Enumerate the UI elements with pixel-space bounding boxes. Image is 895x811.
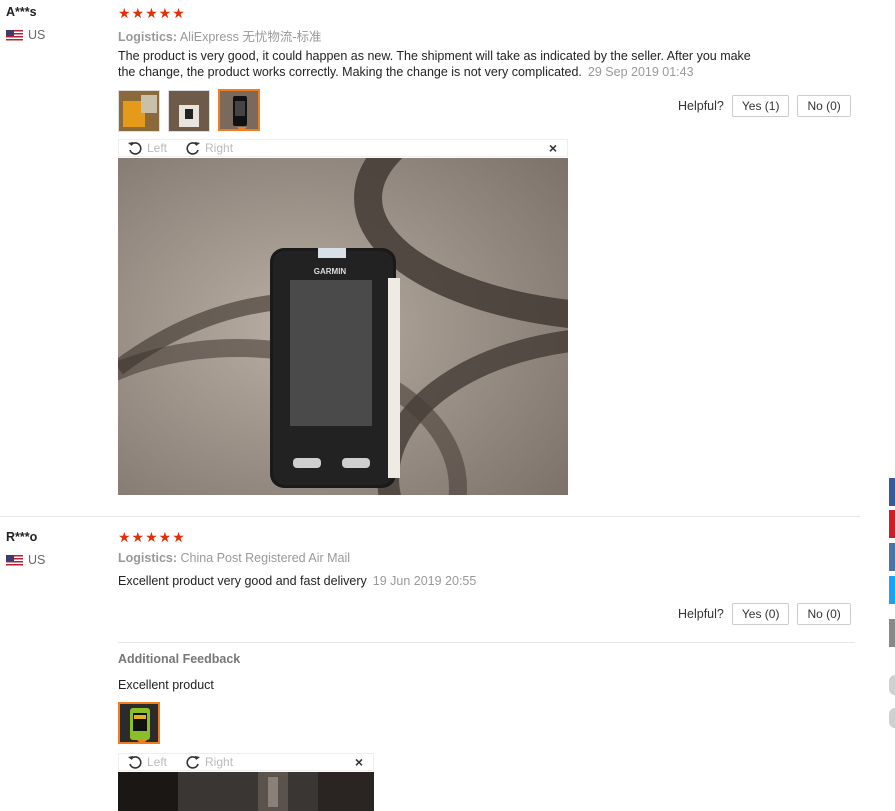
review-item: A***s US ★★★★★ Logistics: AliExpress 无忧物… [0,0,860,517]
rotate-left-icon [128,756,142,769]
country-code: US [28,28,46,42]
review-photo-large: GARMIN [118,158,568,495]
additional-feedback-text: Excellent product [118,678,214,692]
thumbnail-image [220,91,258,129]
share-more-button[interactable] [889,619,895,647]
review-photo-large [118,772,374,811]
review-date: 19 Jun 2019 20:55 [372,574,477,588]
review-photo-image: GARMIN [118,158,568,495]
helpful-no-button[interactable]: No (0) [797,95,851,117]
thumbnail-image [119,91,159,131]
thumbnail-image [120,704,158,742]
helpful-vote: Helpful? Yes (1) No (0) [678,95,851,117]
us-flag-icon [6,554,23,566]
logistics-info: Logistics: China Post Registered Air Mai… [118,551,350,565]
rotate-left-button[interactable]: Left [119,754,167,770]
rotate-right-label: Right [205,141,234,155]
device-brand-text: GARMIN [314,267,347,276]
scroll-control-icon[interactable] [889,675,895,695]
us-flag-icon [6,29,23,41]
rotate-right-button[interactable]: Right [177,754,233,770]
additional-feedback-divider [118,642,855,643]
review-photo-thumbnail-2[interactable] [168,90,210,132]
thumbnail-image [169,91,209,131]
rotate-left-label: Left [147,141,168,155]
rotate-right-label: Right [205,755,234,769]
additional-feedback-title: Additional Feedback [118,652,241,666]
star-rating: ★★★★★ [118,5,186,21]
reviewer-name: R***o [6,530,38,544]
additional-photo-thumbnail-1[interactable] [118,702,160,744]
share-facebook-button[interactable] [889,478,895,506]
review-photo-image [118,772,374,811]
rotate-right-button[interactable]: Right [177,140,233,156]
close-viewer-button[interactable]: × [549,140,557,156]
helpful-vote: Helpful? Yes (0) No (0) [678,603,851,625]
helpful-yes-button[interactable]: Yes (1) [731,95,790,117]
close-viewer-button[interactable]: × [355,754,363,770]
rotate-right-icon [186,756,201,769]
star-rating: ★★★★★ [118,529,186,545]
review-photo-thumbnail-1[interactable] [118,90,160,132]
logistics-label: Logistics: [118,30,178,44]
helpful-label: Helpful? [678,607,724,621]
logistics-info: Logistics: AliExpress 无忧物流-标准 [118,26,322,45]
logistics-value: China Post Registered Air Mail [180,551,351,565]
share-twitter-button[interactable] [889,576,895,604]
reviewer-country: US [6,553,45,567]
rotate-right-icon [186,142,201,155]
photo-viewer-toolbar: Left Right × [118,139,568,157]
reviewer-name: A***s [6,5,37,19]
rotate-left-icon [128,142,142,155]
review-photo-thumbnail-3[interactable] [218,89,260,131]
share-vk-button[interactable] [889,543,895,571]
share-pinterest-button[interactable] [889,510,895,538]
review-text-line-2: the change, the product works correctly.… [118,65,582,79]
helpful-no-button[interactable]: No (0) [797,603,851,625]
reviewer-country: US [6,28,45,42]
helpful-yes-button[interactable]: Yes (0) [731,603,790,625]
rotate-left-label: Left [147,755,168,769]
review-text-line-1: The product is very good, it could happe… [118,49,751,63]
review-text: The product is very good, it could happe… [118,48,778,80]
photo-viewer-toolbar: Left Right × [118,753,374,771]
rotate-left-button[interactable]: Left [119,140,167,156]
helpful-label: Helpful? [678,99,724,113]
review-date: 29 Sep 2019 01:43 [587,65,694,79]
review-text: Excellent product very good and fast del… [118,573,476,589]
scroll-control-icon[interactable] [889,708,895,728]
logistics-label: Logistics: [118,551,178,565]
country-code: US [28,553,46,567]
logistics-value: AliExpress 无忧物流-标准 [179,30,322,44]
review-text-body: Excellent product very good and fast del… [118,574,367,588]
review-item: R***o US ★★★★★ Logistics: China Post Reg… [0,517,860,811]
